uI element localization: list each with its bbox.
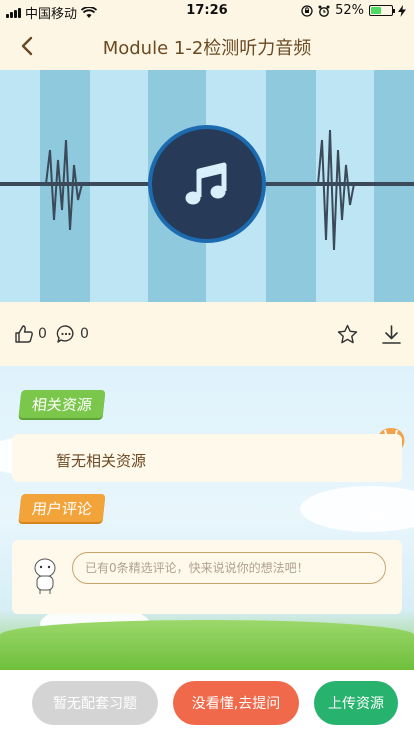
star-icon[interactable] <box>337 324 358 345</box>
no-exercise-button: 暂无配套习题 <box>32 681 158 725</box>
status-bar: 中国移动 17:26 52% <box>0 0 414 22</box>
related-card: 暂无相关资源 <box>12 434 402 482</box>
battery-percent: 52% <box>335 3 364 18</box>
bottom-bar: 暂无配套习题 没看懂,去提问 上传资源 <box>0 670 414 736</box>
music-note-icon <box>185 162 227 205</box>
like-button[interactable]: 0 <box>14 324 47 344</box>
action-bar: 0 0 <box>0 302 414 366</box>
orientation-lock-icon <box>301 4 313 17</box>
comment-button[interactable]: 0 <box>56 324 89 344</box>
upload-resource-button[interactable]: 上传资源 <box>314 681 398 725</box>
kite-decoration <box>370 510 386 524</box>
comments-tag: 用户评论 <box>18 494 106 522</box>
play-disc[interactable] <box>148 125 266 243</box>
charging-icon <box>398 4 406 17</box>
battery-icon <box>369 5 395 16</box>
related-tag: 相关资源 <box>18 390 106 418</box>
comment-card: 已有0条精选评论，快来说说你的想法吧！ <box>12 540 402 614</box>
download-icon[interactable] <box>381 324 402 345</box>
audio-player[interactable] <box>0 70 414 302</box>
ask-question-button[interactable]: 没看懂,去提问 <box>173 681 299 725</box>
comment-input[interactable]: 已有0条精选评论，快来说说你的想法吧！ <box>72 552 386 584</box>
avatar <box>34 558 56 594</box>
related-empty-text: 暂无相关资源 <box>56 452 147 470</box>
like-count: 0 <box>38 326 47 342</box>
thumb-up-icon <box>15 325 33 343</box>
cloud-decoration <box>300 486 414 532</box>
page-title: Module 1-2检测听力音频 <box>102 38 312 59</box>
comment-count: 0 <box>80 326 89 342</box>
comment-icon <box>56 325 74 343</box>
grass-decoration <box>0 620 414 670</box>
content-area: 相关资源 暂无相关资源 用户评论 已有0条精选评论，快来说说你的想法吧！ <box>0 366 414 670</box>
nav-bar: Module 1-2检测听力音频 <box>0 22 414 70</box>
status-right: 52% <box>301 3 406 18</box>
alarm-icon <box>318 5 330 17</box>
